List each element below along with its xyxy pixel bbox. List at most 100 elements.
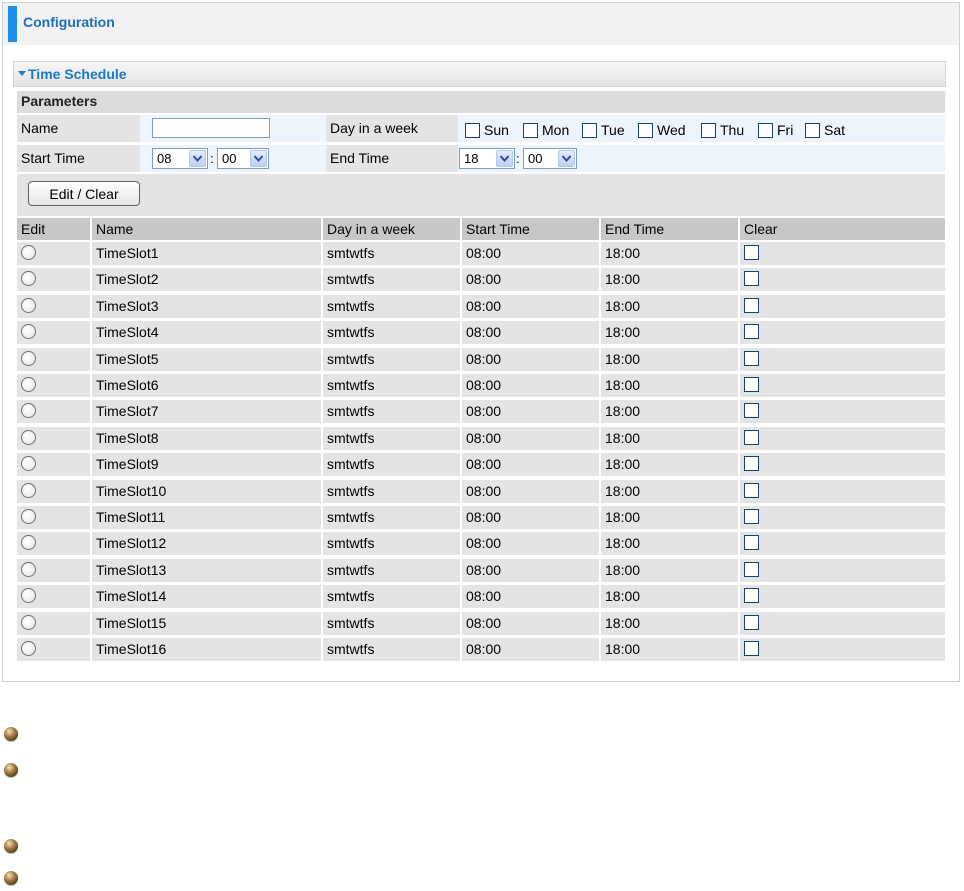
clear-checkbox[interactable]: [744, 298, 759, 313]
edit-radio[interactable]: [21, 456, 36, 471]
cell-end: 18:00: [605, 588, 641, 604]
day-checkbox-tue[interactable]: Tue: [582, 121, 625, 141]
cell-days: smtwtfs: [327, 535, 375, 551]
time-schedule-section-header[interactable]: Time Schedule: [13, 61, 946, 87]
clear-checkbox[interactable]: [744, 535, 759, 550]
edit-radio[interactable]: [21, 588, 36, 603]
cell-days: smtwtfs: [327, 588, 375, 604]
edit-radio[interactable]: [21, 430, 36, 445]
cell-days: smtwtfs: [327, 562, 375, 578]
table-cell: 18:00: [601, 400, 738, 423]
action-row: Edit / Clear: [17, 174, 945, 216]
column-header-start-time: Start Time: [462, 218, 599, 240]
table-cell: smtwtfs: [323, 295, 460, 318]
clear-checkbox[interactable]: [744, 509, 759, 524]
day-checkbox-fri[interactable]: Fri: [758, 121, 793, 141]
edit-radio[interactable]: [21, 403, 36, 418]
table-cell: [740, 480, 945, 503]
table-cell: smtwtfs: [323, 559, 460, 582]
cell-days: smtwtfs: [327, 509, 375, 525]
table-cell: [17, 427, 90, 450]
column-header-clear: Clear: [740, 218, 945, 240]
edit-radio[interactable]: [21, 377, 36, 392]
edit-radio[interactable]: [21, 298, 36, 313]
table-cell: [17, 612, 90, 635]
table-cell: smtwtfs: [323, 506, 460, 529]
table-cell: [17, 295, 90, 318]
bronze-bullet-icon: [4, 727, 18, 741]
table-cell: [17, 532, 90, 555]
table-cell: 18:00: [601, 506, 738, 529]
cell-days: smtwtfs: [327, 377, 375, 393]
edit-radio[interactable]: [21, 641, 36, 656]
edit-radio[interactable]: [21, 483, 36, 498]
edit-radio[interactable]: [21, 324, 36, 339]
clear-checkbox[interactable]: [744, 403, 759, 418]
edit-radio[interactable]: [21, 509, 36, 524]
cell-name: TimeSlot10: [96, 483, 167, 499]
cell-start: 08:00: [466, 245, 502, 261]
clear-checkbox[interactable]: [744, 483, 759, 498]
cell-end: 18:00: [605, 430, 641, 446]
table-cell: 18:00: [601, 612, 738, 635]
table-cell: TimeSlot9: [92, 453, 321, 476]
edit-radio[interactable]: [21, 351, 36, 366]
header-accent-bar: [8, 6, 17, 42]
clear-checkbox[interactable]: [744, 641, 759, 656]
cell-start: 08:00: [466, 535, 502, 551]
table-cell: [740, 559, 945, 582]
clear-checkbox[interactable]: [744, 377, 759, 392]
edit-radio[interactable]: [21, 615, 36, 630]
bronze-bullet-icon: [4, 871, 18, 885]
edit-radio[interactable]: [21, 271, 36, 286]
day-checkbox-sat[interactable]: Sat: [805, 121, 845, 141]
table-cell: TimeSlot12: [92, 532, 321, 555]
table-cell: 18:00: [601, 374, 738, 397]
cell-start: 08:00: [466, 615, 502, 631]
table-cell: 18:00: [601, 480, 738, 503]
clear-checkbox[interactable]: [744, 324, 759, 339]
edit-clear-button[interactable]: Edit / Clear: [28, 181, 140, 206]
clear-checkbox[interactable]: [744, 615, 759, 630]
cell-days: smtwtfs: [327, 456, 375, 472]
day-checkbox-thu[interactable]: Thu: [701, 121, 744, 141]
name-input[interactable]: [152, 118, 270, 138]
clear-checkbox[interactable]: [744, 588, 759, 603]
clear-checkbox[interactable]: [744, 245, 759, 260]
edit-radio[interactable]: [21, 562, 36, 577]
clear-checkbox[interactable]: [744, 456, 759, 471]
cell-end: 18:00: [605, 535, 641, 551]
cell-start: 08:00: [466, 456, 502, 472]
clear-checkbox[interactable]: [744, 271, 759, 286]
day-checkbox-sun[interactable]: Sun: [465, 121, 509, 141]
table-cell: [17, 374, 90, 397]
table-cell: [740, 453, 945, 476]
table-cell: 08:00: [462, 559, 599, 582]
table-cell: smtwtfs: [323, 427, 460, 450]
day-checkbox-mon[interactable]: Mon: [523, 121, 569, 141]
day-checkbox-wed[interactable]: Wed: [638, 121, 686, 141]
cell-name: TimeSlot2: [96, 271, 159, 287]
cell-end: 18:00: [605, 562, 641, 578]
cell-start: 08:00: [466, 588, 502, 604]
end-minute-select[interactable]: 00: [523, 148, 577, 169]
day-in-week-label: Day in a week: [330, 120, 418, 136]
table-cell: 08:00: [462, 506, 599, 529]
cell-days: smtwtfs: [327, 298, 375, 314]
table-cell: [740, 400, 945, 423]
clear-checkbox[interactable]: [744, 430, 759, 445]
table-cell: [17, 453, 90, 476]
clear-checkbox[interactable]: [744, 562, 759, 577]
cell-name: TimeSlot11: [96, 509, 166, 525]
start-hour-select[interactable]: 08: [152, 148, 208, 169]
table-cell: [740, 321, 945, 344]
chevron-down-icon: [496, 150, 513, 167]
edit-radio[interactable]: [21, 245, 36, 260]
start-minute-select[interactable]: 00: [217, 148, 269, 169]
cell-name: TimeSlot9: [96, 456, 159, 472]
table-cell: [740, 427, 945, 450]
clear-checkbox[interactable]: [744, 351, 759, 366]
configuration-header: [2, 2, 960, 46]
end-hour-select[interactable]: 18: [459, 148, 515, 169]
edit-radio[interactable]: [21, 535, 36, 550]
